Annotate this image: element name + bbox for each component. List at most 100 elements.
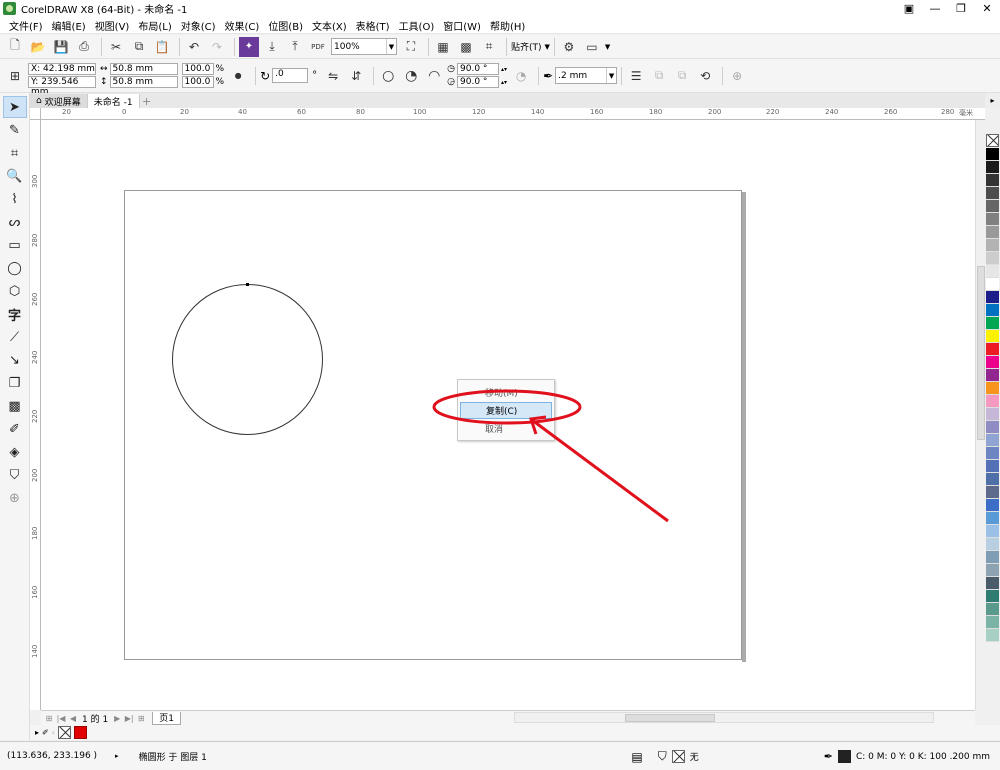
minimize-button[interactable]: —	[922, 0, 948, 17]
ruler-origin[interactable]	[30, 108, 41, 120]
paste-icon[interactable]: 📋	[152, 37, 172, 57]
color-swatch[interactable]	[986, 356, 999, 369]
no-color-swatch[interactable]	[986, 134, 999, 147]
horizontal-scrollbar[interactable]	[514, 712, 934, 723]
mirror-vertical-icon[interactable]: ⇵	[346, 66, 366, 86]
first-page-button[interactable]: |◀	[54, 714, 68, 723]
change-direction-icon[interactable]: ◔	[511, 66, 531, 86]
import-icon[interactable]: ⤓	[262, 37, 282, 57]
color-swatch[interactable]	[986, 538, 999, 551]
color-swatch[interactable]	[986, 265, 999, 278]
restore-button[interactable]: ❐	[948, 0, 974, 17]
vertical-scroll-thumb[interactable]	[977, 266, 985, 440]
menu-text[interactable]: 文本(X)	[311, 18, 355, 33]
color-swatch[interactable]	[986, 577, 999, 590]
drop-shadow-icon[interactable]: ❐	[3, 372, 27, 394]
color-swatch[interactable]	[986, 382, 999, 395]
save-icon[interactable]: 💾	[51, 37, 71, 57]
page-tab[interactable]: 页1	[152, 711, 181, 725]
no-color-swatch[interactable]	[57, 726, 71, 739]
scale-x-field[interactable]: 100.0	[181, 63, 214, 75]
color-swatch[interactable]	[986, 226, 999, 239]
new-document-icon[interactable]: 🗋	[5, 37, 25, 57]
color-swatch[interactable]	[986, 564, 999, 577]
to-back-icon[interactable]: ⧉	[672, 66, 692, 86]
color-proof-icon[interactable]: ▤	[631, 750, 642, 764]
color-swatch[interactable]	[986, 278, 999, 291]
color-swatch[interactable]	[986, 512, 999, 525]
document-red-swatch[interactable]	[73, 726, 87, 739]
stepper-icon[interactable]: ▴▾	[501, 66, 507, 73]
publish-pdf-icon[interactable]: PDF	[308, 37, 328, 57]
menu-view[interactable]: 视图(V)	[94, 18, 138, 33]
color-swatch[interactable]	[986, 629, 999, 642]
open-folder-icon[interactable]: 📂	[28, 37, 48, 57]
menu-object[interactable]: 对象(C)	[180, 18, 224, 33]
menu-layout[interactable]: 布局(L)	[137, 18, 179, 33]
outline-width-select[interactable]: .2 mm ▼	[555, 67, 618, 84]
ellipse-mode-icon[interactable]: ○	[378, 66, 398, 86]
color-swatch[interactable]	[986, 460, 999, 473]
vertical-scrollbar[interactable]	[975, 120, 985, 710]
color-swatch[interactable]	[986, 291, 999, 304]
color-swatch[interactable]	[986, 330, 999, 343]
start-angle-field[interactable]: 90.0 °	[457, 63, 500, 75]
color-swatch[interactable]	[986, 369, 999, 382]
connector-tool-icon[interactable]: ↘	[3, 349, 27, 371]
rotation-angle-field[interactable]: .0	[272, 68, 309, 83]
color-swatch[interactable]	[986, 499, 999, 512]
cut-icon[interactable]: ✂	[106, 37, 126, 57]
account-icon[interactable]: ▣	[896, 0, 922, 17]
ellipse-tool-icon[interactable]: ◯	[3, 257, 27, 279]
last-page-button[interactable]: ▶|	[122, 714, 136, 723]
show-guidelines-icon[interactable]: ⌗	[479, 37, 499, 57]
height-field[interactable]: 50.8 mm	[109, 76, 178, 88]
scale-y-field[interactable]: 100.0	[181, 76, 214, 88]
color-swatch[interactable]	[986, 304, 999, 317]
prev-page-button[interactable]: ◀	[68, 714, 78, 723]
color-swatch[interactable]	[986, 447, 999, 460]
add-plus-icon[interactable]: ⊕	[727, 66, 747, 86]
copy-icon[interactable]: ⧉	[129, 37, 149, 57]
pie-mode-icon[interactable]: ◔	[401, 66, 421, 86]
text-tool-icon[interactable]: 字	[3, 303, 27, 325]
smart-fill-icon[interactable]: ⛉	[3, 464, 27, 486]
interactive-fill-icon[interactable]: ◈	[3, 441, 27, 463]
color-swatch[interactable]	[986, 616, 999, 629]
crop-tool-icon[interactable]: ⌗	[3, 142, 27, 164]
shape-tool-icon[interactable]: ✎	[3, 119, 27, 141]
close-button[interactable]: ✕	[974, 0, 1000, 17]
color-swatch[interactable]	[986, 590, 999, 603]
menu-window[interactable]: 窗口(W)	[442, 18, 489, 33]
transparency-tool-icon[interactable]: ▩	[3, 395, 27, 417]
freehand-tool-icon[interactable]: ⌇	[3, 188, 27, 210]
color-swatch[interactable]	[986, 408, 999, 421]
color-swatch[interactable]	[986, 421, 999, 434]
menu-tools[interactable]: 工具(O)	[398, 18, 443, 33]
color-swatch[interactable]	[986, 486, 999, 499]
color-swatch[interactable]	[986, 174, 999, 187]
application-launcher-icon[interactable]: ▭	[582, 37, 602, 57]
x-position-field[interactable]: X: 42.198 mm	[28, 63, 96, 75]
show-grid-icon[interactable]: ▩	[456, 37, 476, 57]
tab-welcome-screen[interactable]: ⌂ 欢迎屏幕	[30, 94, 88, 108]
convert-to-curves-icon[interactable]: ⟲	[695, 66, 715, 86]
drawing-canvas[interactable]: 移动(M) 复制(C) 取消	[41, 120, 975, 710]
snap-to-menu[interactable]: 贴齐(T)	[511, 40, 542, 53]
status-expand-arrow[interactable]: ▸	[115, 752, 119, 760]
add-tab-button[interactable]: +	[140, 94, 154, 108]
text-wrap-icon[interactable]: ☰	[626, 66, 646, 86]
show-rulers-icon[interactable]: ▦	[433, 37, 453, 57]
palette-options-icon[interactable]: ‹	[52, 728, 55, 737]
add-tool-plus-icon[interactable]: ⊕	[3, 487, 27, 509]
options-gear-icon[interactable]: ⚙	[559, 37, 579, 57]
color-swatch[interactable]	[986, 239, 999, 252]
color-swatch[interactable]	[986, 395, 999, 408]
outline-color-swatch[interactable]	[837, 750, 851, 763]
object-origin-icon[interactable]: ⊞	[5, 66, 25, 86]
parallel-dimension-icon[interactable]: ⟋	[3, 326, 27, 348]
mirror-horizontal-icon[interactable]: ⇋	[323, 66, 343, 86]
menu-edit[interactable]: 编辑(E)	[51, 18, 94, 33]
artistic-media-icon[interactable]: ᔕ	[3, 211, 27, 233]
color-swatch[interactable]	[986, 525, 999, 538]
